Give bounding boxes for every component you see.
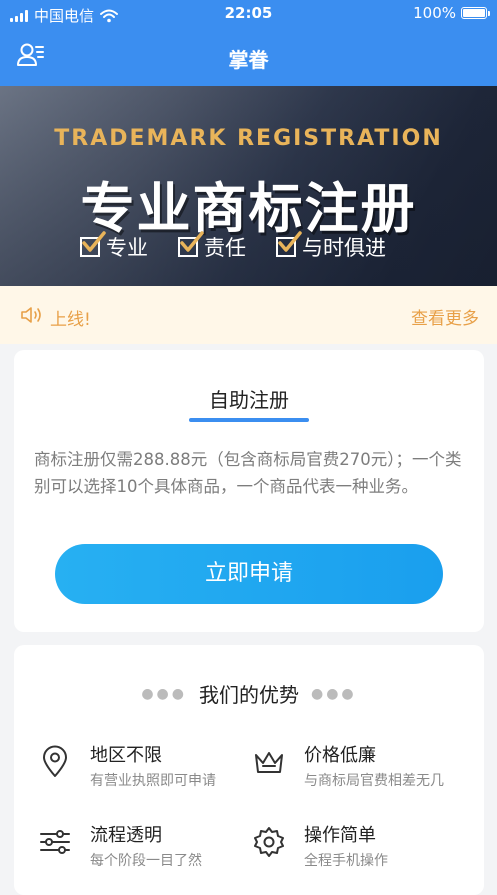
notice-text: 上线! xyxy=(50,310,91,330)
banner-carousel[interactable]: TRADEMARK REGISTRATION 专业商标注册 专业 责任 与时俱进 xyxy=(0,86,497,286)
crown-icon xyxy=(255,752,283,773)
advantage-item: 流程透明 每个阶段一目了然 xyxy=(38,821,248,881)
banner-check-item: 专业 xyxy=(80,231,148,262)
banner-checks: 专业 责任 与时俱进 xyxy=(80,231,386,262)
advantages-title: 我们的优势 xyxy=(199,683,299,707)
title-underline xyxy=(189,418,309,422)
advantage-item: 地区不限 有营业执照即可申请 xyxy=(38,741,248,801)
notice-bar: 上线! 查看更多 xyxy=(0,286,497,344)
speaker-icon xyxy=(21,307,41,323)
advantage-title: 流程透明 xyxy=(90,825,162,846)
battery-icon xyxy=(461,7,490,19)
advantage-subtitle: 每个阶段一目了然 xyxy=(90,853,202,869)
advantage-title: 地区不限 xyxy=(90,745,162,766)
battery-fill xyxy=(463,9,485,17)
see-more-link[interactable]: 查看更多 xyxy=(411,304,479,329)
decor-dots: ●●● xyxy=(311,685,357,702)
advantage-subtitle: 全程手机操作 xyxy=(304,853,388,869)
advantage-subtitle: 与商标局官费相差无几 xyxy=(304,773,444,789)
decor-dots: ●●● xyxy=(141,685,187,702)
gear-icon xyxy=(254,827,284,857)
checkbox-icon xyxy=(178,231,204,257)
banner-english-title: TRADEMARK REGISTRATION xyxy=(54,126,443,151)
status-bar: 中国电信 22:05 100% xyxy=(0,0,497,28)
advantages-card: ●●● 我们的优势 ●●● 地区不限 有营业执照即可申请 价格低廉 与商标局官费… xyxy=(14,645,484,895)
banner-check-label: 专业 xyxy=(106,236,148,260)
advantage-subtitle: 有营业执照即可申请 xyxy=(90,773,216,789)
advantage-title: 操作简单 xyxy=(304,825,376,846)
banner-check-label: 与时俱进 xyxy=(302,236,386,260)
status-right: 100% xyxy=(413,4,490,22)
sliders-icon xyxy=(40,830,70,854)
advantage-title: 价格低廉 xyxy=(304,745,376,766)
banner-check-label: 责任 xyxy=(204,236,246,260)
advantage-item: 操作简单 全程手机操作 xyxy=(252,821,462,881)
register-title: 自助注册 xyxy=(209,388,289,412)
location-pin-icon xyxy=(43,745,67,777)
register-card: 自助注册 商标注册仅需288.88元（包含商标局官费270元）；一个类别可以选择… xyxy=(14,350,484,632)
page-title: 掌眷 xyxy=(228,48,269,72)
navbar: 掌眷 xyxy=(0,28,497,86)
apply-now-button[interactable]: 立即申请 xyxy=(55,544,443,604)
advantages-header: ●●● 我们的优势 ●●● xyxy=(14,679,484,708)
register-description: 商标注册仅需288.88元（包含商标局官费270元）；一个类别可以选择10个具体… xyxy=(34,450,462,496)
battery-percent: 100% xyxy=(413,4,456,22)
checkbox-icon xyxy=(276,231,302,257)
advantage-item: 价格低廉 与商标局官费相差无几 xyxy=(252,741,462,801)
banner-check-item: 与时俱进 xyxy=(276,231,386,262)
checkbox-icon xyxy=(80,231,106,257)
banner-check-item: 责任 xyxy=(178,231,246,262)
